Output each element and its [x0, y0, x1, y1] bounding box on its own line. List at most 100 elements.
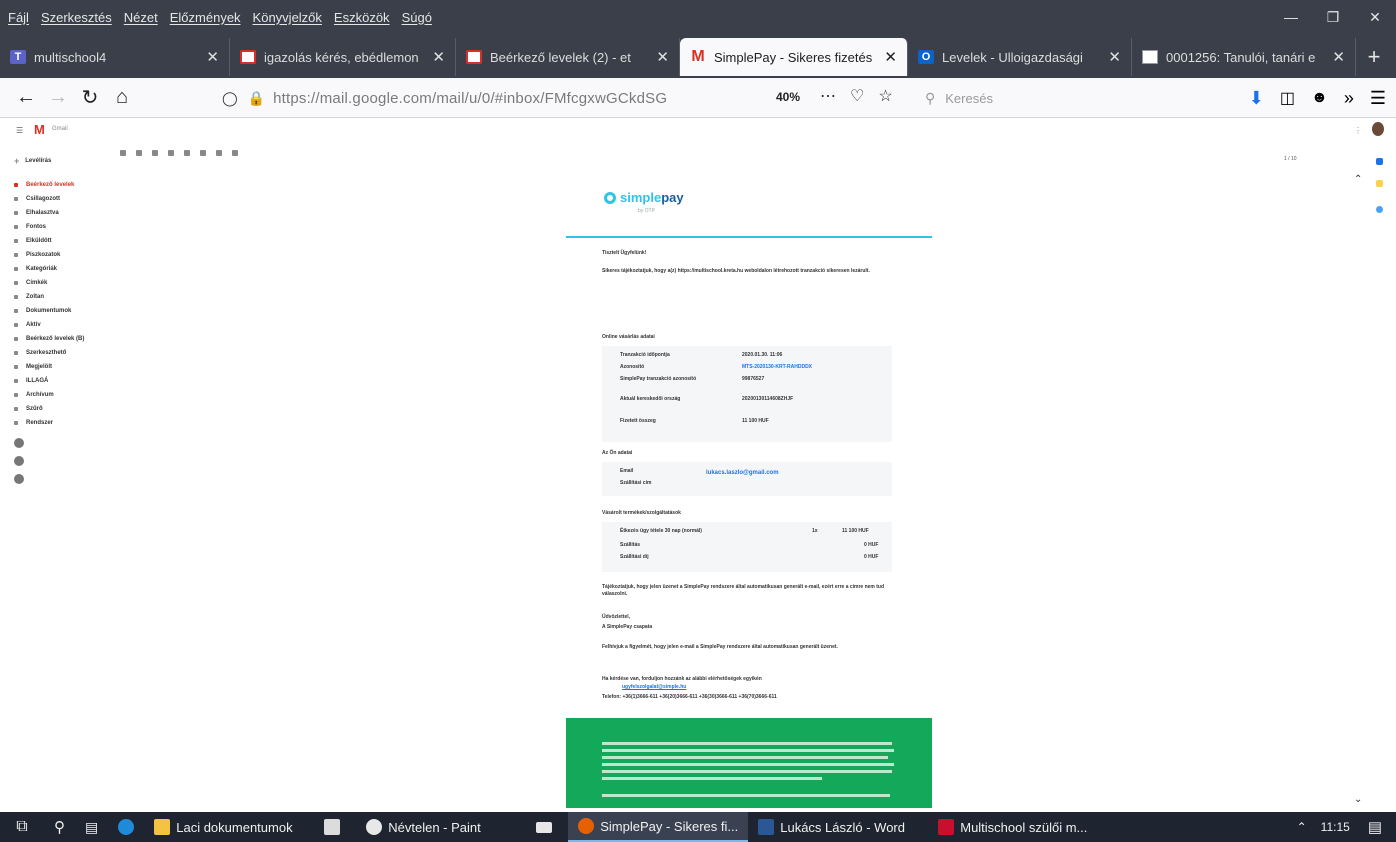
sidebar-item[interactable]: Kategóriák [14, 262, 134, 276]
taskbar-store[interactable] [314, 812, 356, 842]
edge-button[interactable] [108, 812, 144, 842]
taskbar-paint[interactable]: Névtelen - Paint [356, 812, 526, 842]
tab-levelek[interactable]: O Levelek - Ulloigazdasági ✕ [908, 38, 1132, 76]
menu-edit[interactable]: Szerkesztés [41, 10, 112, 25]
sidebar-item[interactable]: Csillagozott [14, 192, 134, 206]
download-icon[interactable]: ⬇ [1249, 88, 1264, 109]
sidebar-icon[interactable]: ◫ [1280, 88, 1295, 108]
sidebar-item[interactable]: Szűrő [14, 402, 134, 416]
collapse-icon[interactable]: ⌃ [1354, 174, 1362, 185]
minimize-icon[interactable]: — [1270, 0, 1312, 34]
new-tab-button[interactable]: + [1356, 38, 1392, 76]
shield-icon[interactable]: ◯ [222, 90, 238, 107]
lock-icon[interactable]: 🔒 [248, 90, 265, 107]
pocket-icon[interactable]: ♡ [850, 86, 864, 106]
tray-expand-icon[interactable]: ⌃ [1297, 820, 1307, 834]
menu-icon[interactable]: ☰ [1370, 88, 1386, 109]
restore-icon[interactable]: ❐ [1312, 0, 1354, 34]
close-window-icon[interactable]: ✕ [1354, 0, 1396, 34]
sidebar-item[interactable]: Szerkeszthető [14, 346, 134, 360]
archive-icon[interactable] [136, 150, 142, 156]
sidebar-item[interactable]: ILLAGÁ [14, 374, 134, 388]
label-icon[interactable] [232, 150, 238, 156]
page-actions-icon[interactable]: ⋯ [820, 86, 836, 106]
taskbar-firefox[interactable]: SimplePay - Sikeres fi... [568, 812, 749, 842]
menu-file[interactable]: Fájl [8, 10, 29, 25]
compose-button[interactable]: + Levélírás [14, 154, 134, 168]
sidebar-item[interactable]: Elhalasztva [14, 206, 134, 220]
search-input[interactable]: ⚲ Keresés [925, 84, 1205, 112]
tab-beerkezo[interactable]: Beérkező levelek (2) - et ✕ [456, 38, 680, 76]
clock[interactable]: 11:15 [1321, 820, 1350, 834]
forward-icon[interactable]: → [42, 82, 74, 114]
tasks-icon[interactable] [1376, 206, 1383, 213]
contact-email-link[interactable]: ugyfelszolgalat@simple.hu [622, 684, 686, 691]
notifications-icon[interactable]: ▤ [1368, 818, 1382, 836]
main-menu-icon[interactable]: ☰ [16, 126, 23, 135]
overflow-icon[interactable]: » [1344, 88, 1354, 109]
sidebar-item[interactable]: Fontos [14, 220, 134, 234]
taskbar-folder[interactable]: Laci dokumentumok [144, 812, 314, 842]
search-placeholder: Keresés [945, 90, 993, 106]
search-button[interactable]: ⚲ [44, 812, 75, 842]
bookmark-star-icon[interactable]: ☆ [878, 86, 892, 106]
taskbar-label: Laci dokumentumok [176, 819, 293, 835]
hangouts-avatar[interactable] [14, 456, 24, 466]
taskbar-mail[interactable] [526, 812, 568, 842]
hangouts-avatar[interactable] [14, 438, 24, 448]
sidebar-item[interactable]: Beérkező levelek (B) [14, 332, 134, 346]
close-icon[interactable]: ✕ [1332, 48, 1345, 66]
sidebar-item[interactable]: Elküldött [14, 234, 134, 248]
sidebar-item[interactable]: Aktív [14, 318, 134, 332]
menu-bookmarks[interactable]: Könyvjelzők [253, 10, 322, 25]
expand-icon[interactable]: ⌄ [1354, 794, 1362, 805]
zoom-level[interactable]: 40% [776, 90, 800, 104]
calendar-icon[interactable] [1376, 158, 1383, 165]
close-icon[interactable]: ✕ [432, 48, 445, 66]
sidebar-item[interactable]: Rendszer [14, 416, 134, 430]
close-icon[interactable]: ✕ [884, 48, 897, 66]
tab-simplepay[interactable]: M SimplePay - Sikeres fizetés ✕ [680, 38, 908, 76]
url-bar[interactable]: ◯ 🔒 https://mail.google.com/mail/u/0/#in… [222, 82, 912, 114]
reload-icon[interactable]: ↻ [74, 82, 106, 114]
tab-multischool4[interactable]: T multischool4 ✕ [0, 38, 230, 76]
sidebar-item-inbox[interactable]: Beérkező levelek [14, 178, 134, 192]
tab-document[interactable]: 0001256: Tanulói, tanári e ✕ [1132, 38, 1356, 76]
sidebar-item[interactable]: Címkék [14, 276, 134, 290]
account-icon[interactable]: ☻ [1311, 89, 1328, 107]
menu-help[interactable]: Súgó [402, 10, 432, 25]
sidebar-item[interactable]: Megjelölt [14, 360, 134, 374]
report-spam-icon[interactable] [152, 150, 158, 156]
apps-icon[interactable]: ⋮ [1354, 126, 1362, 135]
start-button[interactable]: ⧉ [0, 812, 44, 842]
hangouts-avatar[interactable] [14, 474, 24, 484]
menu-tools[interactable]: Eszközök [334, 10, 390, 25]
taskbar-label: Lukács László - Word [780, 819, 905, 835]
menu-history[interactable]: Előzmények [170, 10, 241, 25]
close-icon[interactable]: ✕ [1108, 48, 1121, 66]
task-view-button[interactable]: ▤ [75, 812, 108, 842]
tab-igazolas[interactable]: igazolás kérés, ebédlemon ✕ [230, 38, 456, 76]
snooze-icon[interactable] [200, 150, 206, 156]
sidebar-item[interactable]: Archívum [14, 388, 134, 402]
customer-email-link[interactable]: lukacs.laszlo@gmail.com [706, 470, 779, 476]
taskbar-label: Multischool szülői m... [960, 819, 1088, 835]
menu-view[interactable]: Nézet [124, 10, 158, 25]
sidebar-item[interactable]: Piszkozatok [14, 248, 134, 262]
taskbar-pdf[interactable]: Multischool szülői m... [928, 812, 1098, 842]
close-icon[interactable]: ✕ [656, 48, 669, 66]
back-icon[interactable]: ← [10, 82, 42, 114]
keep-icon[interactable] [1376, 180, 1383, 187]
email-header-divider [566, 236, 932, 238]
mark-unread-icon[interactable] [184, 150, 190, 156]
close-icon[interactable]: ✕ [206, 48, 219, 66]
move-icon[interactable] [216, 150, 222, 156]
sidebar-item[interactable]: Dokumentumok [14, 304, 134, 318]
order-id-link[interactable]: MTS-2020130-KRT-RAHDDDX [742, 364, 812, 370]
tab-title: Levelek - Ulloigazdasági [942, 49, 1083, 65]
sidebar-item[interactable]: Zoltan [14, 290, 134, 304]
taskbar-word[interactable]: Lukács László - Word [748, 812, 928, 842]
delete-icon[interactable] [168, 150, 174, 156]
logo-accent: pay [661, 190, 684, 205]
home-icon[interactable]: ⌂ [106, 82, 138, 114]
